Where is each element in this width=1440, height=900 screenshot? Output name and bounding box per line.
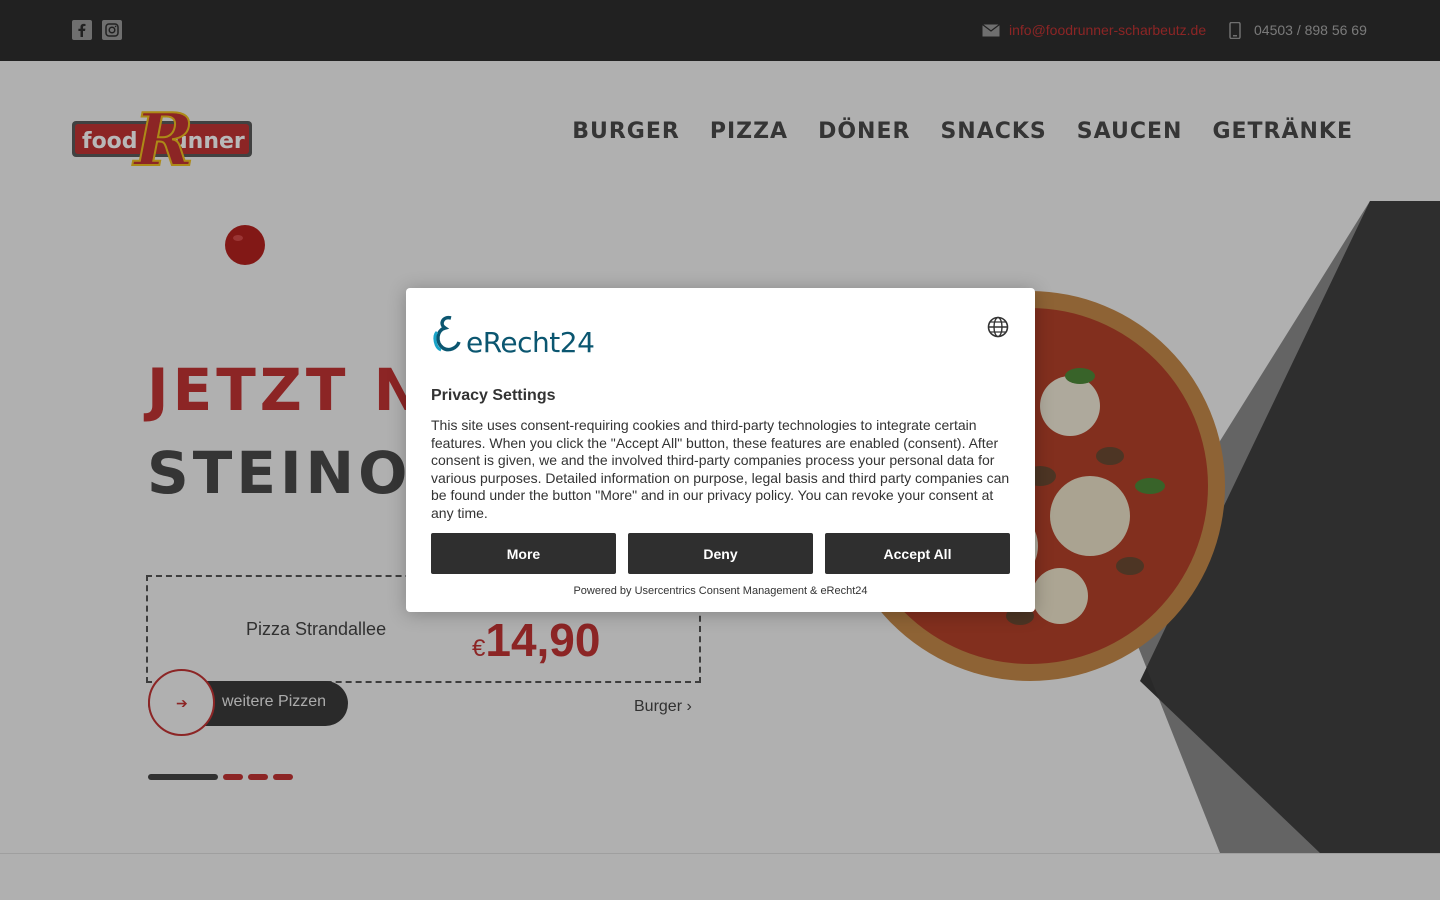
- more-button[interactable]: More: [431, 533, 616, 574]
- consent-title: Privacy Settings: [431, 387, 556, 404]
- erecht24-logo-icon: [431, 314, 465, 359]
- consent-buttons: More Deny Accept All: [431, 533, 1010, 574]
- globe-icon[interactable]: [987, 316, 1009, 341]
- powered-by-text: Powered by Usercentrics Consent Manageme…: [573, 585, 868, 597]
- consent-body: This site uses consent-requiring cookies…: [431, 417, 1010, 521]
- consent-dialog: eRecht24 Privacy Settings This site uses…: [406, 288, 1035, 612]
- deny-button[interactable]: Deny: [628, 533, 813, 574]
- erecht24-brand: eRecht24: [466, 326, 595, 359]
- accept-all-button[interactable]: Accept All: [825, 533, 1010, 574]
